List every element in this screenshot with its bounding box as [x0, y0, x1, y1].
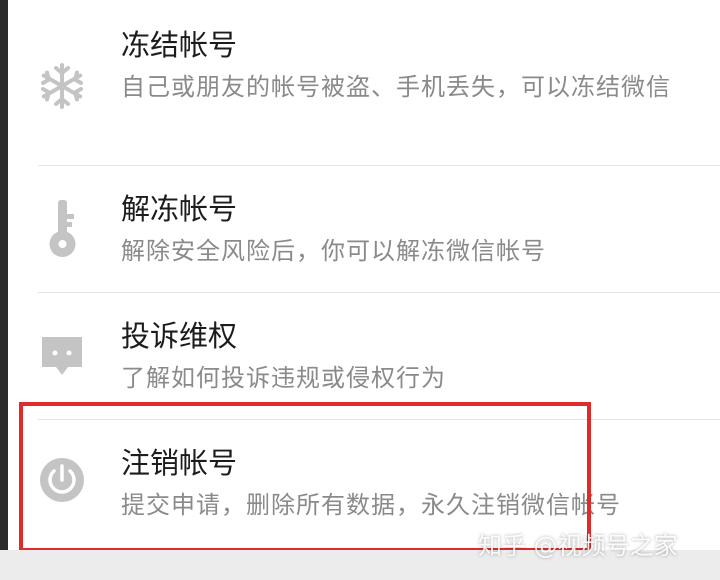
- option-unfreeze-account[interactable]: 解冻帐号 解除安全风险后，你可以解冻微信帐号: [8, 166, 720, 292]
- option-description: 自己或朋友的帐号被盗、手机丢失，可以冻结微信: [121, 73, 671, 101]
- left-edge: [0, 0, 8, 580]
- key-icon: [38, 200, 86, 257]
- account-security-screen: 冻结帐号 自己或朋友的帐号被盗、手机丢失，可以冻结微信 解冻帐号 解除安全风险后…: [0, 0, 720, 580]
- option-title: 投诉维权: [121, 319, 238, 353]
- option-title: 冻结帐号: [121, 28, 238, 62]
- option-freeze-account[interactable]: 冻结帐号 自己或朋友的帐号被盗、手机丢失，可以冻结微信: [8, 0, 720, 165]
- option-complaint[interactable]: 投诉维权 了解如何投诉违规或侵权行为: [8, 293, 720, 419]
- option-title: 解冻帐号: [121, 192, 238, 226]
- snowflake-icon: [38, 62, 86, 110]
- option-description: 了解如何投诉违规或侵权行为: [121, 364, 446, 392]
- option-description: 解除安全风险后，你可以解冻微信帐号: [121, 237, 546, 265]
- watermark: 知乎 @视频号之家: [478, 532, 678, 560]
- chat-bubble-icon: [38, 333, 86, 381]
